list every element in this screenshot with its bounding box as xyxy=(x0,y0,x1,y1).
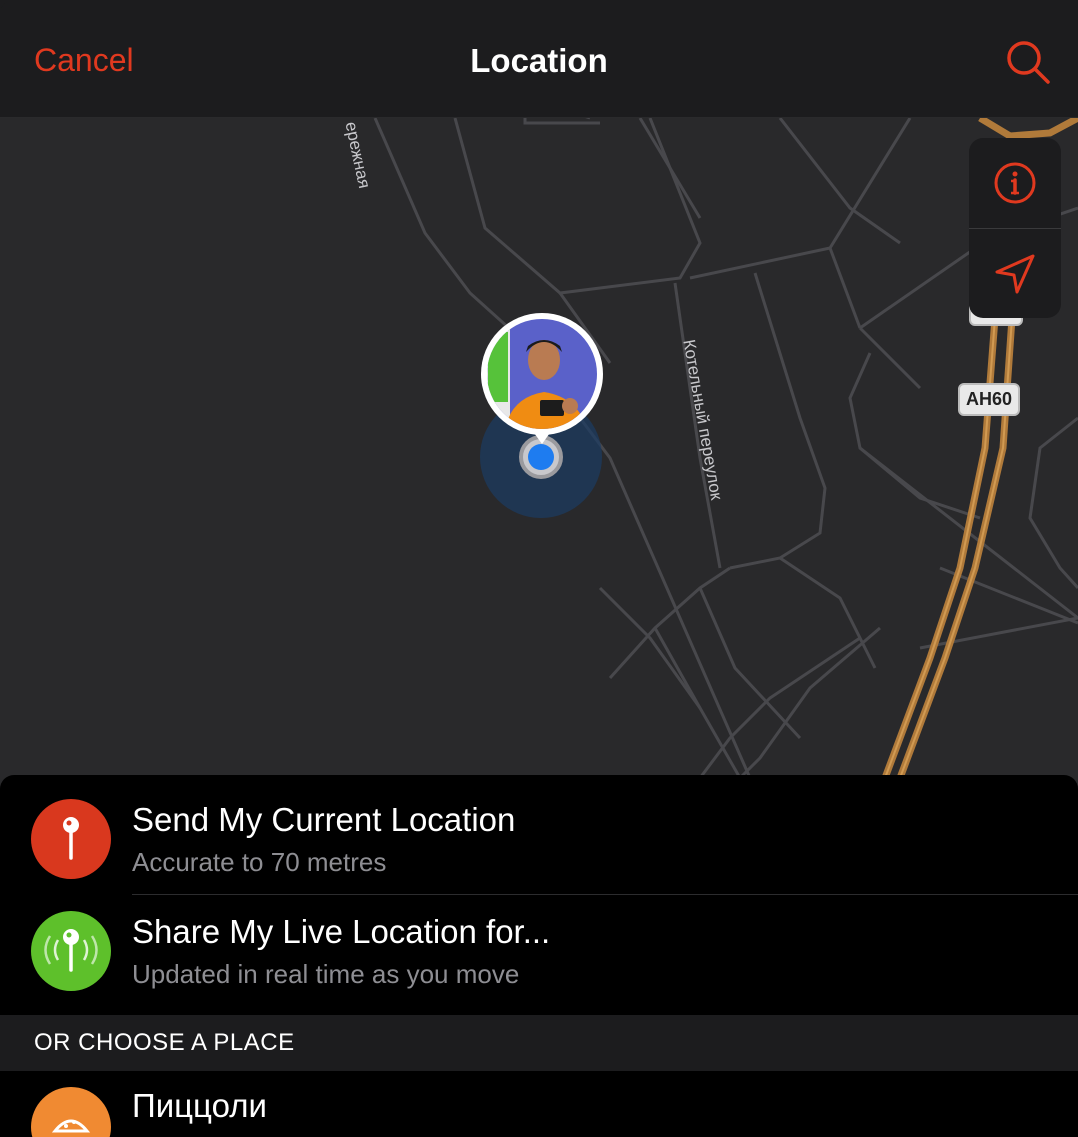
share-live-location-button[interactable]: Share My Live Location for... Updated in… xyxy=(0,887,1078,999)
location-arrow-icon[interactable] xyxy=(969,229,1061,318)
action-label: Share My Live Location for... xyxy=(132,913,551,950)
place-list-item[interactable]: Пиццоли xyxy=(0,1071,1078,1137)
location-options-sheet: Send My Current Location Accurate to 70 … xyxy=(0,775,1078,1137)
pizza-icon xyxy=(31,1087,111,1137)
search-icon[interactable] xyxy=(1004,38,1052,86)
action-label: Send My Current Location xyxy=(132,801,516,838)
places-section-header: OR CHOOSE A PLACE xyxy=(0,1015,1078,1071)
action-sublabel: Accurate to 70 metres xyxy=(132,847,387,877)
live-location-icon xyxy=(31,911,111,991)
map-controls xyxy=(969,138,1061,318)
info-icon[interactable] xyxy=(969,138,1061,228)
send-current-location-button[interactable]: Send My Current Location Accurate to 70 … xyxy=(0,775,1078,887)
action-sublabel: Updated in real time as you move xyxy=(132,959,520,989)
place-name: Пиццоли xyxy=(132,1087,267,1124)
map-view[interactable]: ережная Котельный переулок AH60 xyxy=(0,118,1078,798)
pin-icon xyxy=(31,799,111,879)
user-avatar-pin[interactable] xyxy=(480,312,604,452)
road-badge: AH60 xyxy=(958,383,1021,416)
page-title: Location xyxy=(470,42,608,79)
navigation-bar: Cancel Location xyxy=(0,0,1078,118)
